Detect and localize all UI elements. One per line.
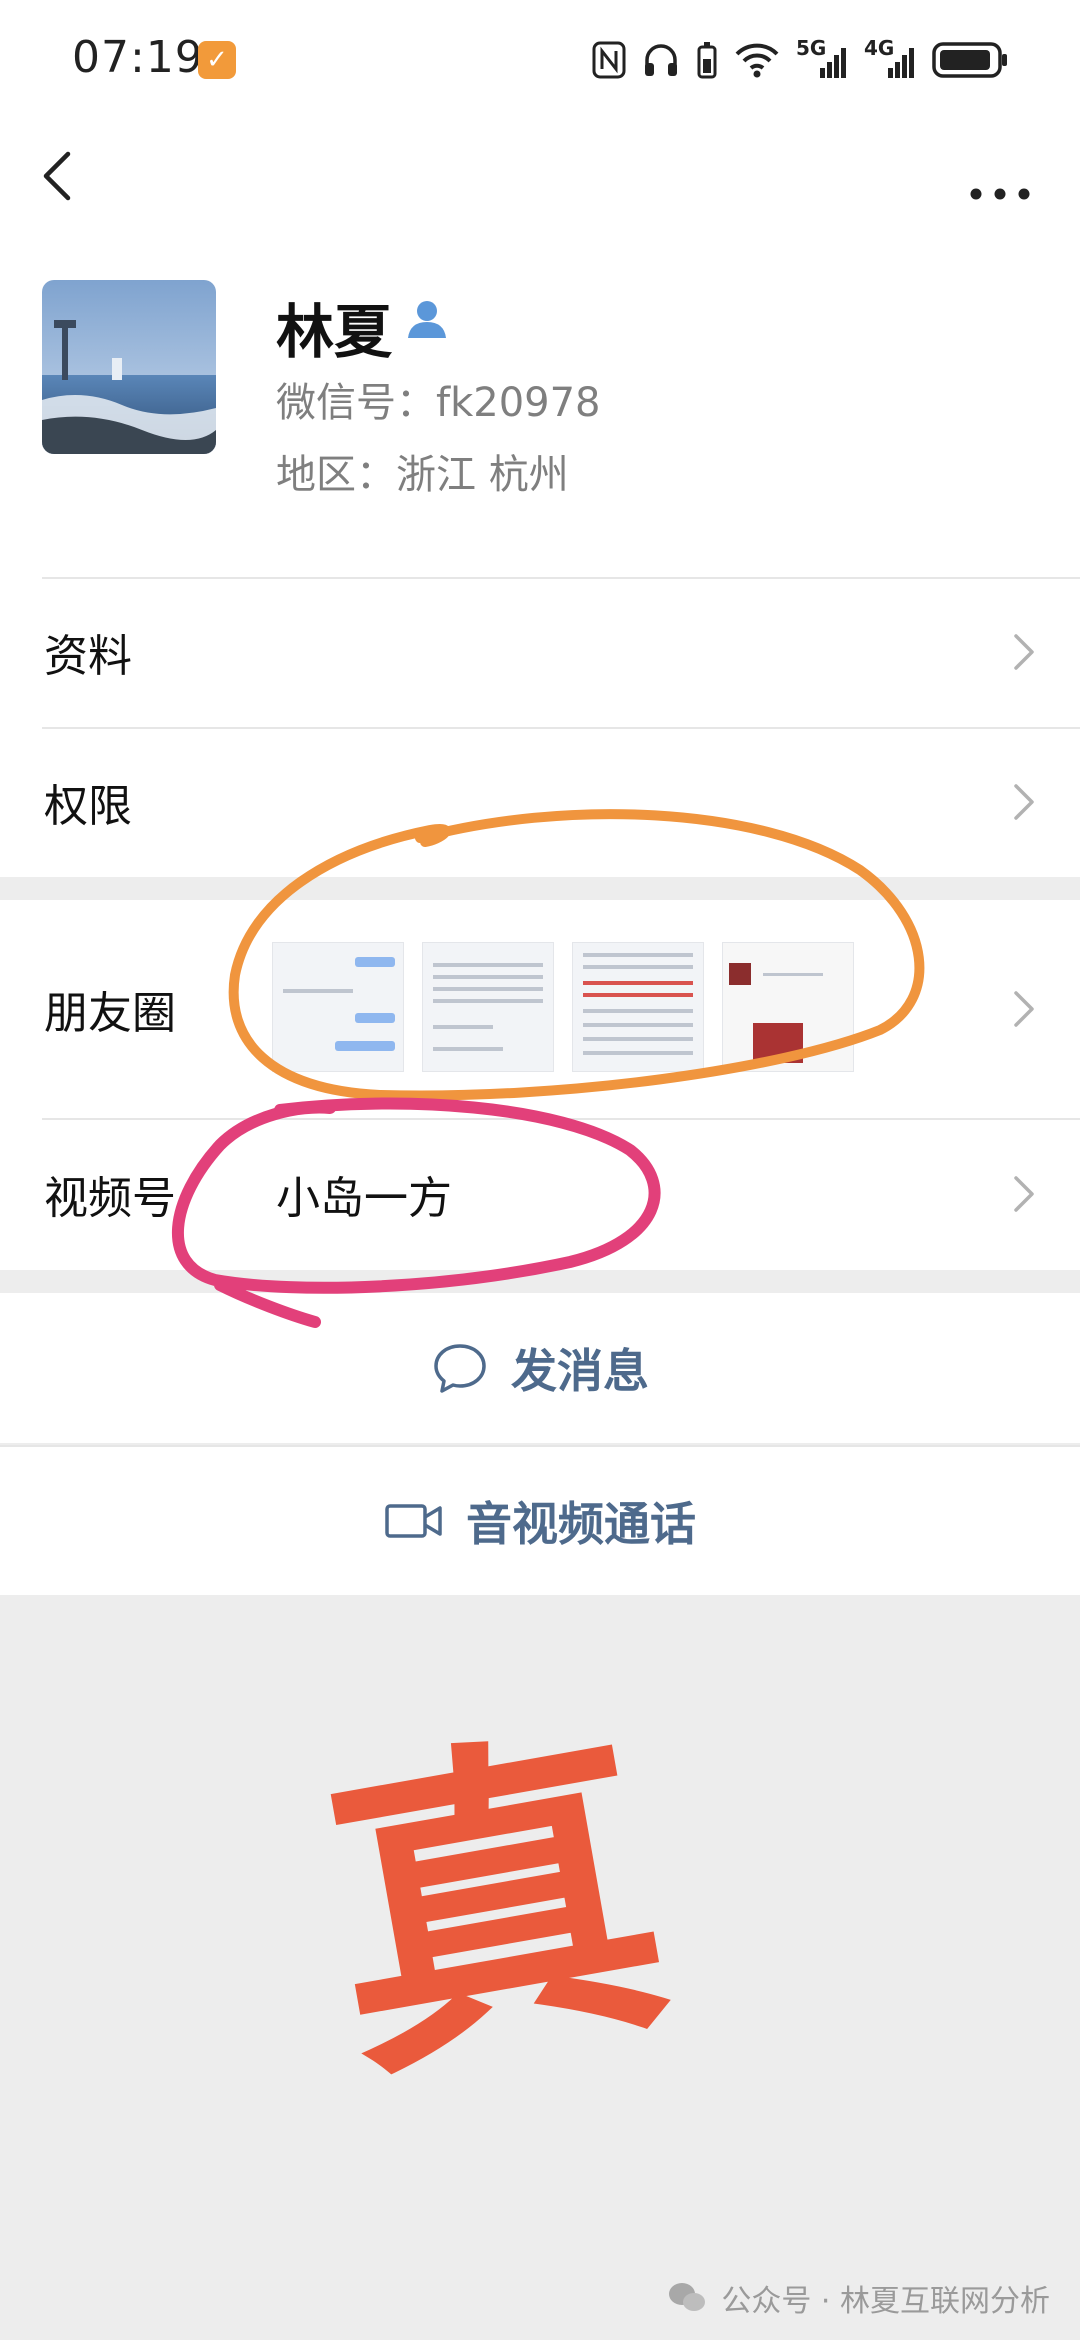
status-icons: 5G 4G	[592, 36, 1010, 84]
moments-thumbnails	[272, 942, 854, 1072]
more-dots-icon	[970, 188, 1030, 200]
channels-name: 小岛一方	[276, 1173, 452, 1224]
moments-label: 朋友圈	[44, 988, 176, 1039]
wechat-logo-icon	[669, 2283, 706, 2311]
watermark: 公众号 · 林夏互联网分析	[667, 2276, 1050, 2320]
info-label: 资料	[44, 631, 132, 682]
chevron-right-icon	[1014, 1176, 1034, 1212]
app-notification-icon: ✓	[198, 41, 236, 79]
chevron-right-icon	[1014, 991, 1034, 1027]
more-button[interactable]	[960, 140, 1040, 210]
channels-label: 视频号	[44, 1173, 176, 1224]
status-bar: 07:19 ✓ 5G 4G	[0, 0, 1080, 120]
watermark-text: 公众号 · 林夏互联网分析	[721, 2284, 1050, 2319]
wechat-id: 微信号：fk20978	[276, 380, 601, 426]
chevron-right-icon	[1014, 634, 1034, 670]
headphone-icon	[645, 44, 677, 76]
moments-row[interactable]: 朋友圈	[0, 900, 1080, 1118]
avatar[interactable]	[42, 280, 216, 454]
channels-row[interactable]: 视频号 小岛一方	[0, 1118, 1080, 1270]
chevron-left-icon	[43, 151, 71, 201]
video-camera-icon	[385, 1504, 442, 1538]
top-nav	[0, 120, 1080, 230]
region: 地区：浙江 杭州	[276, 452, 569, 498]
moments-thumbnail	[272, 942, 404, 1072]
moments-thumbnail	[722, 942, 854, 1072]
status-time: 07:19	[72, 32, 204, 83]
nfc-icon	[592, 41, 626, 79]
profile-header: 林夏 微信号：fk20978 地区：浙江 杭州	[0, 230, 1080, 577]
headset-battery-icon	[697, 42, 717, 79]
send-message-button[interactable]: 发消息	[0, 1293, 1080, 1443]
chat-bubble-icon	[434, 1344, 486, 1393]
profile-name: 林夏	[276, 298, 393, 366]
video-call-button[interactable]: 音视频通话	[0, 1445, 1080, 1595]
person-icon	[408, 301, 446, 338]
moments-thumbnail	[572, 942, 704, 1072]
info-row[interactable]: 资料	[0, 577, 1080, 727]
video-call-label: 音视频通话	[466, 1497, 696, 1551]
send-message-label: 发消息	[511, 1344, 649, 1398]
authentic-stamp-text: 真	[298, 1685, 691, 2126]
signal-4g-icon: 4G	[864, 36, 916, 80]
chevron-right-icon	[1014, 784, 1034, 820]
moments-thumbnail	[422, 942, 554, 1072]
permissions-label: 权限	[44, 781, 132, 832]
signal-5g-icon: 5G	[796, 36, 848, 80]
battery-icon	[932, 42, 1007, 78]
back-button[interactable]	[30, 140, 100, 210]
wifi-icon	[735, 43, 779, 78]
permissions-row[interactable]: 权限	[0, 727, 1080, 877]
